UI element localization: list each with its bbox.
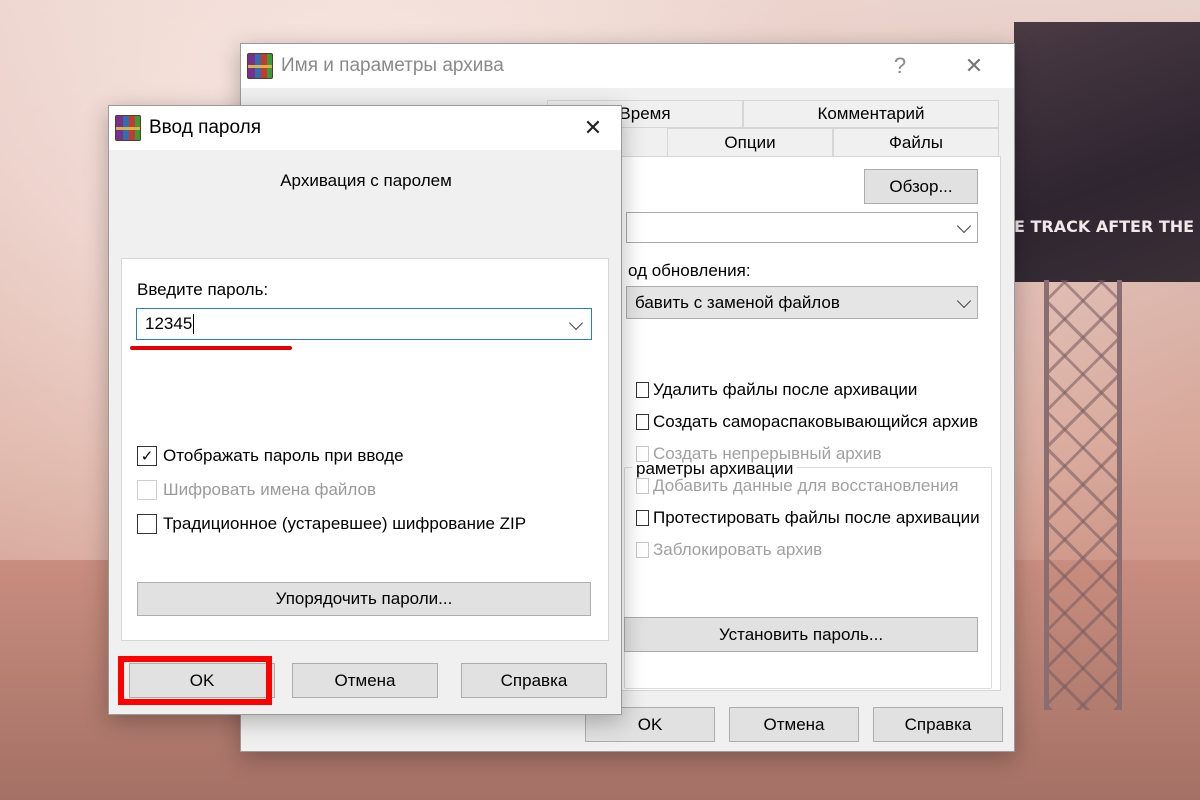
- option-lock: Заблокировать архив: [636, 540, 822, 560]
- update-mode-label: од обновления:: [628, 261, 751, 280]
- archive-help-button[interactable]: Справка: [873, 707, 1003, 742]
- password-cancel-button[interactable]: Отмена: [292, 663, 438, 698]
- organize-passwords-button[interactable]: Упорядочить пароли...: [137, 582, 591, 616]
- encrypt-names-label: Шифровать имена файлов: [163, 480, 376, 499]
- password-help-button[interactable]: Справка: [461, 663, 607, 698]
- checkbox-box: [137, 480, 157, 500]
- background-screen: [1014, 22, 1200, 282]
- tab-files[interactable]: Файлы: [833, 128, 999, 157]
- checkbox: [636, 446, 649, 462]
- encrypt-names-checkbox: Шифровать имена файлов: [137, 480, 376, 500]
- option-test[interactable]: Протестировать файлы после архивации: [636, 508, 980, 528]
- chevron-down-icon[interactable]: [568, 315, 584, 331]
- option-solid: Создать непрерывный архив: [636, 444, 882, 464]
- winrar-icon: [115, 115, 141, 141]
- close-icon[interactable]: ✕: [567, 106, 619, 150]
- option-label: Протестировать файлы после архивации: [653, 508, 980, 527]
- password-dialog-title: Ввод пароля: [149, 117, 262, 138]
- option-label: Создать непрерывный архив: [653, 444, 882, 463]
- archive-options-group: [624, 467, 992, 689]
- zip-legacy-label: Традиционное (устаревшее) шифрование ZIP: [163, 514, 527, 533]
- password-dialog-titlebar: Ввод пароля ✕: [109, 106, 621, 150]
- enter-password-label: Введите пароль:: [137, 280, 269, 299]
- option-label: Добавить данные для восстановления: [653, 476, 959, 495]
- password-dialog: Ввод пароля ✕ Архивация с паролем Введит…: [108, 105, 622, 715]
- checkbox[interactable]: [636, 414, 649, 430]
- update-mode-select[interactable]: бавить с заменой файлов: [626, 286, 978, 319]
- background-tower: [1044, 280, 1122, 710]
- background-screen-text: E TRACK AFTER THE: [1014, 217, 1195, 236]
- password-input[interactable]: 12345: [136, 308, 592, 340]
- option-label: Создать самораспаковывающийся архив: [653, 412, 979, 431]
- option-delete-after[interactable]: Удалить файлы после архивации: [636, 380, 917, 400]
- chevron-down-icon: [956, 218, 972, 233]
- update-mode-value: бавить с заменой файлов: [635, 292, 840, 312]
- checkbox: [636, 478, 649, 494]
- show-password-checkbox[interactable]: ✓ Отображать пароль при вводе: [137, 446, 404, 466]
- zip-legacy-checkbox[interactable]: Традиционное (устаревшее) шифрование ZIP: [137, 514, 526, 534]
- checkbox[interactable]: [636, 382, 649, 398]
- option-label: Удалить файлы после архивации: [653, 380, 918, 399]
- close-icon[interactable]: ✕: [949, 44, 999, 88]
- tab-comment[interactable]: Комментарий: [743, 100, 999, 128]
- archive-dialog-titlebar: Имя и параметры архива ? ✕: [241, 44, 1014, 88]
- archive-cancel-button[interactable]: Отмена: [729, 707, 859, 742]
- set-password-button[interactable]: Установить пароль...: [624, 617, 978, 652]
- tab-options[interactable]: Опции: [667, 128, 833, 157]
- checkbox[interactable]: [636, 510, 649, 526]
- show-password-label: Отображать пароль при вводе: [163, 446, 404, 465]
- browse-button[interactable]: Обзор...: [864, 169, 978, 204]
- chevron-down-icon: [956, 293, 972, 308]
- option-sfx[interactable]: Создать самораспаковывающийся архив: [636, 412, 978, 432]
- checkbox-box[interactable]: [137, 514, 157, 534]
- option-label: Заблокировать архив: [653, 540, 823, 559]
- winrar-icon: [247, 53, 273, 79]
- password-underline-annotation: [130, 346, 292, 350]
- password-value: 12345: [145, 314, 193, 333]
- ok-highlight-annotation: [118, 656, 272, 705]
- help-icon[interactable]: ?: [875, 44, 925, 88]
- archive-name-combo[interactable]: [626, 212, 978, 243]
- password-dialog-heading: Архивация с паролем: [280, 171, 452, 190]
- checkmark-icon[interactable]: ✓: [137, 446, 157, 466]
- text-caret: [193, 314, 195, 334]
- archive-dialog-title: Имя и параметры архива: [281, 55, 504, 76]
- checkbox: [636, 542, 649, 558]
- option-recovery: Добавить данные для восстановления: [636, 476, 958, 496]
